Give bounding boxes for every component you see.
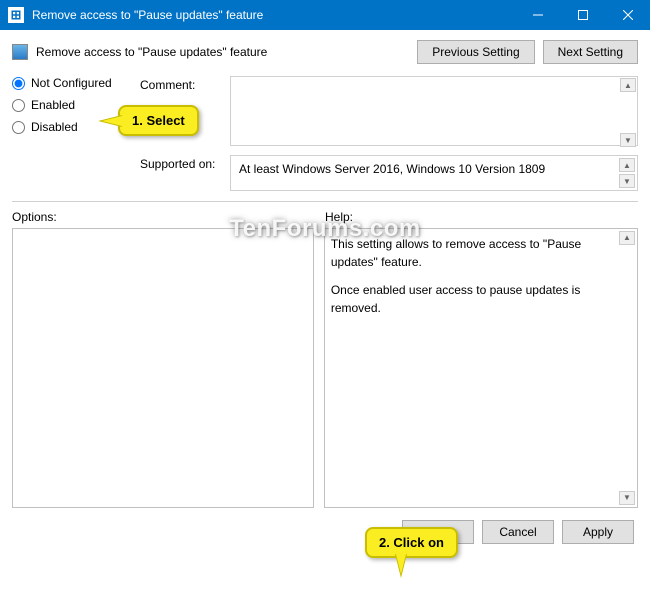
enabled-radio[interactable]: [12, 99, 25, 112]
help-label: Help:: [325, 210, 638, 224]
close-button[interactable]: [605, 0, 650, 30]
apply-button[interactable]: Apply: [562, 520, 634, 544]
scroll-down-icon[interactable]: ▼: [619, 174, 635, 188]
titlebar: Remove access to "Pause updates" feature: [0, 0, 650, 30]
options-panel: [12, 228, 314, 508]
comment-label: Comment:: [140, 76, 230, 92]
help-text-line: This setting allows to remove access to …: [331, 235, 631, 271]
next-setting-button[interactable]: Next Setting: [543, 40, 638, 64]
help-panel: This setting allows to remove access to …: [324, 228, 638, 508]
comment-textarea[interactable]: [230, 76, 638, 146]
enabled-label[interactable]: Enabled: [31, 98, 75, 112]
supported-on-text: At least Windows Server 2016, Windows 10…: [239, 162, 545, 176]
not-configured-label[interactable]: Not Configured: [31, 76, 112, 90]
cancel-button[interactable]: Cancel: [482, 520, 554, 544]
supported-label: Supported on:: [140, 155, 230, 171]
policy-title: Remove access to "Pause updates" feature: [36, 45, 417, 59]
supported-on-box: At least Windows Server 2016, Windows 10…: [230, 155, 638, 191]
disabled-radio[interactable]: [12, 121, 25, 134]
scroll-up-icon[interactable]: ▲: [620, 78, 636, 92]
help-text-line: Once enabled user access to pause update…: [331, 281, 631, 317]
previous-setting-button[interactable]: Previous Setting: [417, 40, 534, 64]
policy-icon: [12, 44, 28, 60]
scroll-down-icon[interactable]: ▼: [619, 491, 635, 505]
app-icon: [8, 7, 24, 23]
maximize-button[interactable]: [560, 0, 605, 30]
disabled-label[interactable]: Disabled: [31, 120, 78, 134]
scroll-up-icon[interactable]: ▲: [619, 231, 635, 245]
minimize-button[interactable]: [515, 0, 560, 30]
annotation-click: 2. Click on: [365, 527, 458, 558]
options-label: Options:: [12, 210, 325, 224]
separator: [12, 201, 638, 202]
scroll-up-icon[interactable]: ▲: [619, 158, 635, 172]
scroll-down-icon[interactable]: ▼: [620, 133, 636, 147]
window-controls: [515, 0, 650, 30]
titlebar-title: Remove access to "Pause updates" feature: [32, 8, 515, 22]
annotation-select: 1. Select: [118, 105, 199, 136]
not-configured-radio[interactable]: [12, 77, 25, 90]
